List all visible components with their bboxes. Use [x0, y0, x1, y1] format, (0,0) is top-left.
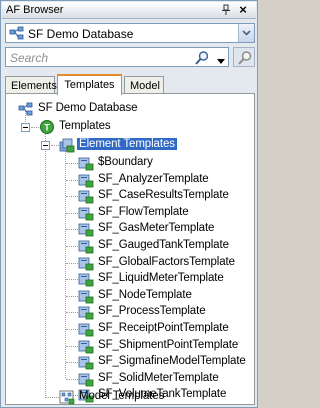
- tree-line: [66, 163, 78, 164]
- element-template-icon: [78, 205, 94, 221]
- chevron-down-icon[interactable]: [238, 24, 254, 42]
- element-template-icon: [78, 321, 94, 337]
- tree-line: [66, 279, 78, 280]
- tree-node-label: SF_GaugedTankTemplate: [98, 239, 229, 251]
- element-template-icon: [78, 255, 94, 271]
- title-bar: AF Browser ×: [2, 2, 256, 19]
- tree-line: [66, 362, 78, 363]
- svg-text:T: T: [44, 123, 50, 133]
- tree-node-model-templates[interactable]: Model Templates: [59, 389, 249, 405]
- search-button-icon: [238, 51, 252, 65]
- tree-node-label: SF_ShipmentPointTemplate: [98, 339, 239, 351]
- templates-tree: SF Demo Database T Templates Element Tem…: [6, 94, 254, 405]
- tree-node-label: SF_SigmafineModelTemplate: [98, 355, 246, 367]
- af-browser-window: AF Browser × SF Demo Database Search Ele…: [0, 0, 258, 408]
- tree-node-template-item[interactable]: SF_AnalyzerTemplate: [78, 172, 252, 188]
- tree-line: [66, 296, 78, 297]
- tree-node-label: Templates: [59, 120, 111, 132]
- database-icon: [9, 26, 25, 40]
- tree-node-label: SF_GlobalFactorsTemplate: [98, 256, 235, 268]
- database-icon: [18, 101, 34, 117]
- element-template-icon: [78, 354, 94, 370]
- tree-node-label: Model Templates: [79, 390, 165, 402]
- tree-line: [66, 229, 78, 230]
- tree-line: [31, 127, 39, 128]
- pin-icon[interactable]: [220, 4, 232, 16]
- tree-node-template-item[interactable]: SF_GaugedTankTemplate: [78, 238, 252, 254]
- model-templates-icon: [59, 389, 75, 405]
- database-selector[interactable]: SF Demo Database: [5, 23, 255, 43]
- tree-node-label: SF_CaseResultsTemplate: [98, 189, 229, 201]
- tree-line: [66, 213, 78, 214]
- tree-node-label: SF_GasMeterTemplate: [98, 222, 215, 234]
- tree-node-template-item[interactable]: SF_SigmafineModelTemplate: [78, 354, 252, 370]
- tree-line: [66, 246, 78, 247]
- element-template-icon: [78, 371, 94, 387]
- element-template-icon: [78, 271, 94, 287]
- browser-tabs: Elements Templates Model: [5, 74, 255, 95]
- tree-node-template-item[interactable]: SF_SolidMeterTemplate: [78, 371, 252, 387]
- search-button[interactable]: [233, 47, 255, 67]
- tree-node-template-item[interactable]: SF_GlobalFactorsTemplate: [78, 255, 252, 271]
- tree-node-label: SF_AnalyzerTemplate: [98, 173, 209, 185]
- element-template-icon: [78, 238, 94, 254]
- element-template-icon: [78, 221, 94, 237]
- tree-node-template-item[interactable]: $Boundary: [78, 155, 252, 171]
- tree-node-template-item[interactable]: SF_LiquidMeterTemplate: [78, 271, 252, 287]
- close-icon[interactable]: ×: [236, 3, 250, 17]
- tab-elements[interactable]: Elements: [5, 76, 57, 94]
- tree-node-template-item[interactable]: SF_CaseResultsTemplate: [78, 188, 252, 204]
- tree-line: [66, 312, 78, 313]
- tree-node-label: SF_NodeTemplate: [98, 289, 192, 301]
- element-templates-icon: [59, 137, 75, 153]
- window-title: AF Browser: [6, 4, 64, 16]
- search-options-dropdown-icon[interactable]: [217, 55, 225, 67]
- templates-tree-panel: SF Demo Database T Templates Element Tem…: [5, 93, 255, 405]
- tree-line: [66, 180, 78, 181]
- tree-line: [66, 379, 78, 380]
- search-placeholder: Search: [10, 51, 49, 65]
- tree-line: [66, 263, 78, 264]
- search-input[interactable]: Search: [5, 47, 229, 67]
- tree-node-element-templates[interactable]: Element Templates: [59, 137, 249, 153]
- tree-node-template-item[interactable]: SF_NodeTemplate: [78, 288, 252, 304]
- tree-node-template-item[interactable]: SF_ProcessTemplate: [78, 304, 252, 320]
- templates-icon: T: [39, 119, 55, 135]
- element-template-icon: [78, 304, 94, 320]
- tree-node-label: $Boundary: [98, 156, 153, 168]
- tree-line: [51, 145, 59, 146]
- tab-templates[interactable]: Templates: [57, 74, 122, 95]
- collapse-toggle[interactable]: [21, 123, 30, 132]
- search-icon[interactable]: [194, 50, 210, 66]
- database-name: SF Demo Database: [28, 27, 134, 41]
- element-template-icon: [78, 188, 94, 204]
- tree-node-label: SF_FlowTemplate: [98, 206, 189, 218]
- tree-node-label: Element Templates: [77, 138, 177, 150]
- element-template-icon: [78, 338, 94, 354]
- tree-node-template-item[interactable]: SF_ReceiptPointTemplate: [78, 321, 252, 337]
- element-template-icon: [78, 288, 94, 304]
- tree-line: [66, 329, 78, 330]
- tree-node-database[interactable]: SF Demo Database: [18, 101, 248, 117]
- tree-line: [66, 346, 78, 347]
- tree-line: [46, 397, 59, 398]
- collapse-toggle[interactable]: [41, 141, 50, 150]
- tree-node-label: SF_SolidMeterTemplate: [98, 372, 219, 384]
- tree-node-templates[interactable]: T Templates: [39, 119, 249, 135]
- tree-node-label: SF_ReceiptPointTemplate: [98, 322, 229, 334]
- element-template-icon: [78, 155, 94, 171]
- tree-node-template-item[interactable]: SF_GasMeterTemplate: [78, 221, 252, 237]
- tree-node-template-item[interactable]: SF_FlowTemplate: [78, 205, 252, 221]
- tree-node-label: SF_LiquidMeterTemplate: [98, 272, 224, 284]
- tree-node-template-item[interactable]: SF_ShipmentPointTemplate: [78, 338, 252, 354]
- tree-node-label: SF_ProcessTemplate: [98, 305, 206, 317]
- tree-node-label: SF Demo Database: [38, 102, 138, 114]
- tree-line: [45, 146, 46, 398]
- element-template-icon: [78, 172, 94, 188]
- tab-model[interactable]: Model: [124, 76, 164, 94]
- tree-line: [66, 196, 78, 197]
